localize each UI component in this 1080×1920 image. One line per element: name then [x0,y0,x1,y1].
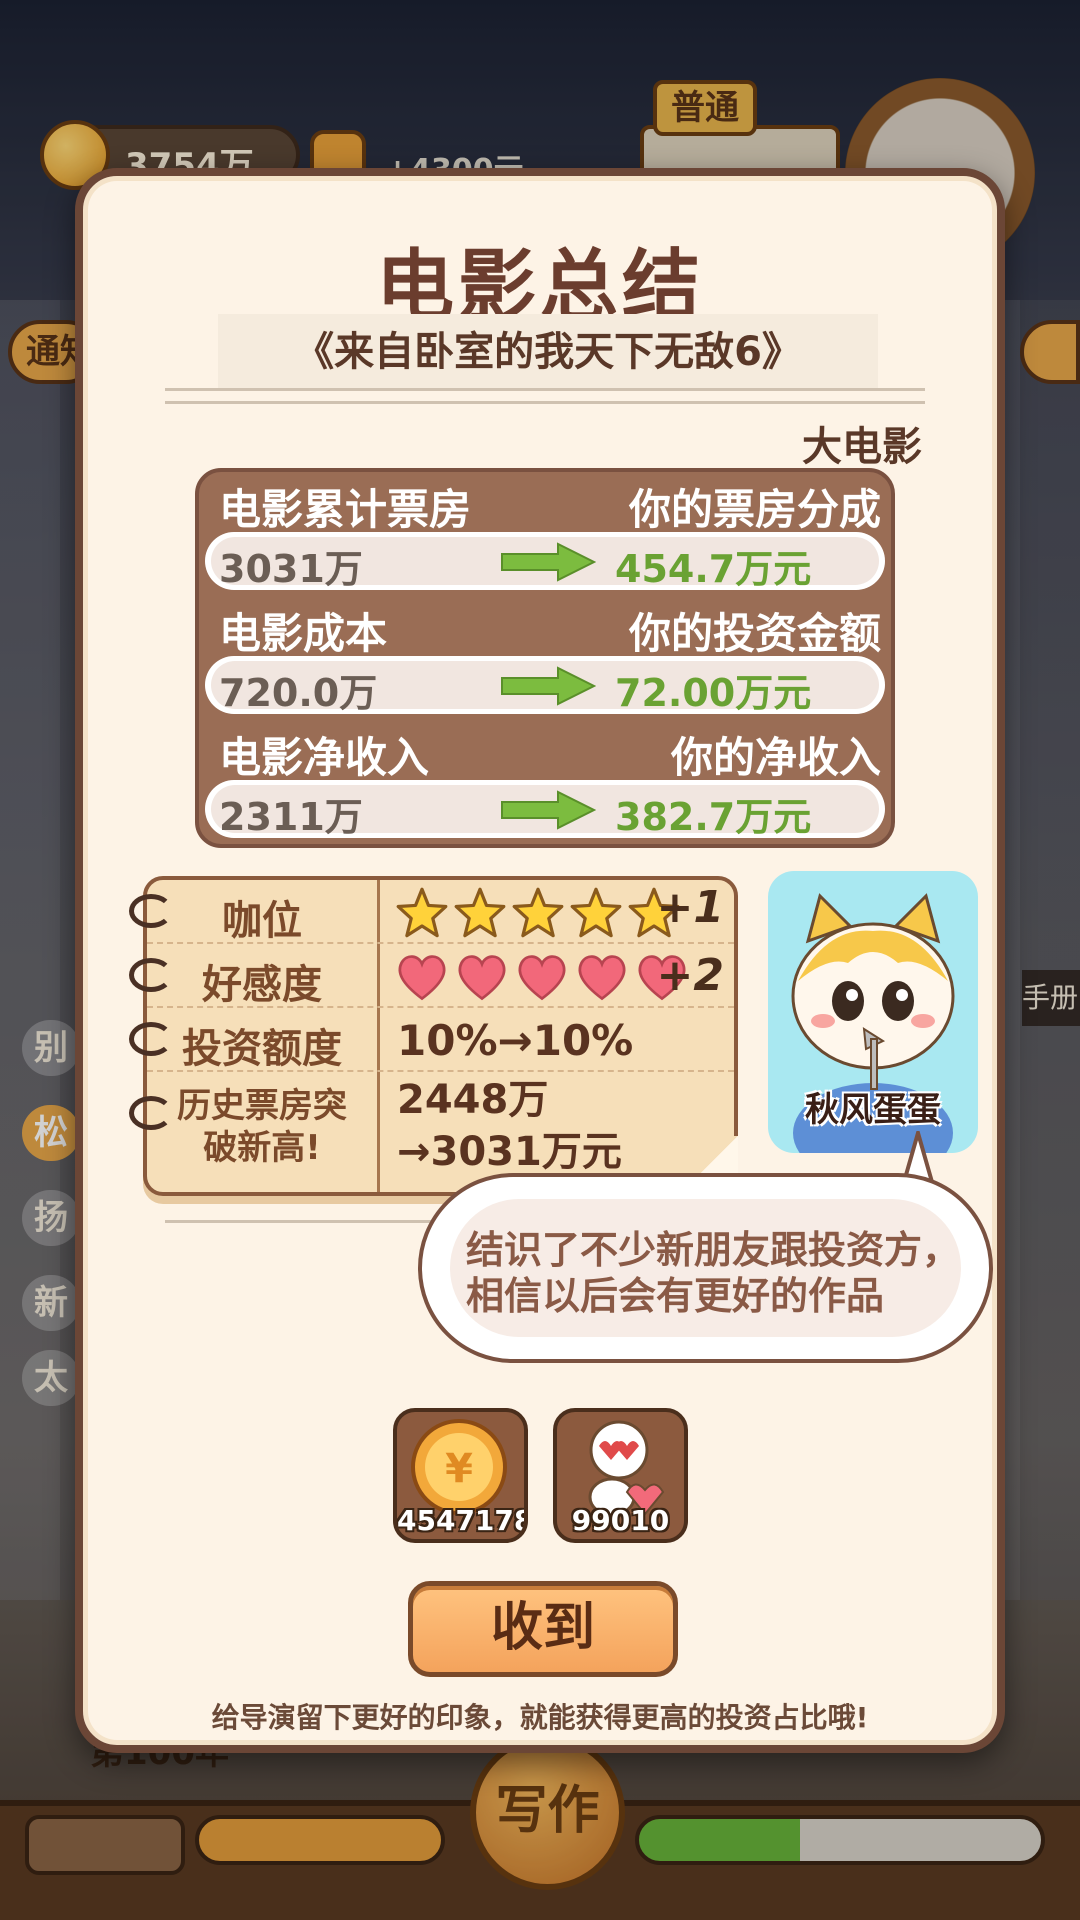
net-income-label: 电影净收入 [219,733,430,782]
revenue-row-header: 电影净收入 你的净收入 [199,720,891,782]
your-net-income-value: 382.7万元 [615,795,812,839]
star-icon [396,887,448,938]
record-label-line1: 历史票房突 [177,1086,347,1126]
revenue-row-header: 电影累计票房 你的票房分成 [199,472,891,534]
heart-icon [578,955,626,1001]
reward-item-coin[interactable]: ¥ 4547178 [393,1408,528,1543]
title-divider [165,388,925,404]
favor-label: 好感度 [202,962,322,1008]
star-icon [512,887,564,938]
investment-value: 72.00万元 [615,671,812,715]
reward-count: 4547178 [397,1504,528,1537]
revenue-table: 电影累计票房 你的票房分成 3031万 454.7万元 电影成本 你的投资金额 … [195,468,895,848]
heart-icon [398,955,446,1001]
favor-hearts [395,952,689,1002]
cost-label: 电影成本 [219,609,388,658]
favor-row: 好感度 +2 [129,944,734,1008]
invest-label: 投资额度 [182,1026,342,1072]
your-net-income-label: 你的净收入 [670,733,881,782]
revenue-row-header: 电影成本 你的投资金额 [199,596,891,658]
star-icon [570,887,622,938]
heart-icon [518,955,566,1001]
heart-icon [458,955,506,1001]
rank-stars [395,886,681,940]
box-office-share-value: 454.7万元 [615,547,812,591]
investment-label: 你的投资金额 [628,609,881,658]
rank-bonus: +1 [656,882,724,933]
reward-item-fans[interactable]: 99010 [553,1408,688,1543]
svg-text:¥: ¥ [445,1446,473,1492]
net-income-value: 2311万 [219,795,363,839]
record-label-line2: 破新高! [203,1128,321,1168]
rank-label: 咖位 [222,898,302,944]
divider-line [165,1220,465,1223]
revenue-row: 2311万 382.7万元 [205,780,885,839]
revenue-row: 3031万 454.7万元 [205,532,885,591]
star-icon [454,887,506,938]
cost-value: 720.0万 [219,671,378,715]
character-portrait: 秋风蛋蛋 [768,871,978,1153]
character-speech: 结识了不少新朋友跟投资方，相信以后会有更好的作品 [466,1228,961,1318]
character-name: 秋风蛋蛋 [805,1090,941,1130]
record-value-new: →3031万元 [397,1129,622,1175]
revenue-row: 720.0万 72.00万元 [205,656,885,715]
speech-bubble: 结识了不少新朋友跟投资方，相信以后会有更好的作品 [418,1173,993,1363]
movie-name: 《来自卧室的我天下无敌6》 [218,314,878,390]
invest-value: 10%→10% [397,1016,634,1065]
box-office-value: 3031万 [219,547,363,591]
stats-notebook: 咖位 +1 好感度 +2 投资额度 10%→10% 历史票房突 破新高! 244… [129,876,738,1196]
hint-text: 给导演留下更好的印象，就能获得更高的投资占比哦! [211,1701,869,1734]
green-arrow-icon [501,790,596,830]
invest-row: 投资额度 10%→10% [129,1008,734,1072]
box-office-share-label: 你的票房分成 [628,485,881,534]
movie-type: 大电影 [802,424,922,470]
rank-row: 咖位 +1 [129,880,734,944]
favor-bonus: +2 [656,950,724,1001]
reward-count: 99010 [571,1504,670,1537]
confirm-button[interactable]: 收到 [408,1581,678,1677]
box-office-label: 电影累计票房 [219,485,472,534]
green-arrow-icon [501,542,596,582]
movie-summary-dialog: 电影总结 《来自卧室的我天下无敌6》 大电影 电影累计票房 你的票房分成 303… [75,168,1005,1753]
record-value-old: 2448万 [397,1077,549,1123]
green-arrow-icon [501,666,596,706]
